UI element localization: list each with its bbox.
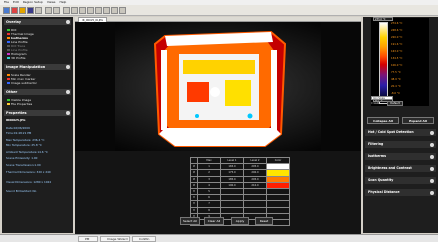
section-label: Brightness and Contrast <box>368 166 412 170</box>
toolbar <box>0 5 438 16</box>
props-time: Time:01:48:21 PM <box>6 131 32 135</box>
palette-label: 163.0 °C <box>391 50 403 53</box>
reset-button[interactable]: Reset <box>255 217 273 225</box>
palette-label: 48.9 °C <box>391 78 401 81</box>
right-panel: 233.0 °C 274.6 °C 248.6 °C 220.0 °C 191.… <box>363 17 438 233</box>
props-section-header[interactable]: Properties <box>4 110 71 116</box>
task-image-wizard[interactable]: Image Wizard <box>100 236 130 242</box>
thermal-image <box>75 22 361 151</box>
clear-all-button[interactable]: Clear All <box>204 217 224 225</box>
gear-icon[interactable] <box>430 154 434 159</box>
rotate-icon[interactable] <box>53 7 60 14</box>
gear-icon[interactable] <box>430 178 434 183</box>
camera-icon[interactable] <box>11 7 18 14</box>
palette-label: 248.6 °C <box>391 29 403 32</box>
section-hot-cold[interactable]: Hot / Cold Spot Detection <box>365 129 436 136</box>
section-isotherms[interactable]: Isotherms <box>365 153 436 160</box>
section-scan-quantity[interactable]: Scan Quantity <box>365 177 436 184</box>
gear-icon[interactable] <box>66 65 70 69</box>
palette-select[interactable]: Iron Scale <box>371 96 393 100</box>
status-bar: PM Image Wizard ColWin <box>0 234 438 242</box>
other-item-file-props[interactable]: File Properties <box>7 102 32 106</box>
select-icon[interactable] <box>63 7 70 14</box>
default-button[interactable]: Default <box>387 101 403 106</box>
palette-label: 220.0 °C <box>391 36 403 39</box>
polygon-icon[interactable] <box>103 7 110 14</box>
section-brightness[interactable]: Brightness and Contrast <box>365 165 436 172</box>
palette-label: 274.6 °C <box>391 22 403 25</box>
section-label: Physical Distance <box>368 190 400 194</box>
isotherm-panel: Max Level 1 Level 2 Color ☑ 1 165.0 205.0 ☑… <box>75 151 361 234</box>
props-emissivity: Scene Emissivity: 1.00 <box>6 156 38 160</box>
palette-box: 233.0 °C 274.6 °C 248.6 °C 220.0 °C 191.… <box>371 17 429 106</box>
overlay-item-3d[interactable]: 3D Profile <box>7 56 26 60</box>
apply-button[interactable]: Apply <box>231 217 249 225</box>
props-sound: Sound Embedded: No <box>6 189 37 193</box>
left-panel: Overlay ROI Thermal Image Isotherms Line… <box>2 17 73 233</box>
props-thermal-dim: Thermal Dimensions: 320 x 240 <box>6 170 51 174</box>
overlay-section-header[interactable]: Overlay <box>4 19 71 25</box>
props-date: Date:02/06/2009 <box>6 126 30 130</box>
palette-max-field[interactable]: 233.0 °C <box>373 17 393 21</box>
gear-icon[interactable] <box>66 90 70 94</box>
task-colwin[interactable]: ColWin <box>132 236 156 242</box>
overlay-title: Overlay <box>6 20 22 24</box>
grid-icon[interactable] <box>35 7 42 14</box>
thermal-image-viewer[interactable] <box>75 22 361 151</box>
section-label: Filtering <box>368 142 384 146</box>
palette-label: -8.0 °C <box>391 92 400 95</box>
other-title: Other <box>6 90 18 94</box>
rect-icon[interactable] <box>95 7 102 14</box>
section-label: Scan Quantity <box>368 178 394 182</box>
select-all-button[interactable]: Select All <box>180 217 200 225</box>
gear-icon[interactable] <box>430 142 434 147</box>
palette-label: 106.0 °C <box>391 64 403 67</box>
props-ambient: Ambient Temperature:14.6 °C <box>6 150 48 154</box>
palette-label: 134.5 °C <box>391 57 403 60</box>
cross-icon[interactable] <box>79 7 86 14</box>
props-max: Max Temperature: 236.4 °C <box>6 138 45 142</box>
manip-title: Image Manipulation <box>6 65 46 69</box>
gear-icon[interactable] <box>430 130 434 135</box>
gear-icon[interactable] <box>430 166 434 171</box>
section-filtering[interactable]: Filtering <box>365 141 436 148</box>
gear-icon[interactable] <box>66 20 70 24</box>
delete-icon[interactable] <box>119 7 126 14</box>
open-icon[interactable] <box>3 7 10 14</box>
gear-icon[interactable] <box>66 111 70 115</box>
line-icon[interactable] <box>87 7 94 14</box>
palette-label: 20.4 °C <box>391 85 401 88</box>
collapse-all-button[interactable]: Collapse All <box>367 117 399 124</box>
auto-checkbox[interactable]: ☐ Auto <box>371 102 380 105</box>
section-label: Hot / Cold Spot Detection <box>368 130 414 134</box>
color-palette-bar[interactable] <box>379 22 388 104</box>
palette-icon[interactable] <box>27 7 34 14</box>
section-label: Isotherms <box>368 154 387 158</box>
text-icon[interactable] <box>71 7 78 14</box>
props-transmission: Scene Transmission:1.00 <box>6 163 41 167</box>
manip-section-header[interactable]: Image Manipulation <box>4 64 71 70</box>
other-section-header[interactable]: Other <box>4 89 71 95</box>
expand-all-button[interactable]: Expand All <box>402 117 434 124</box>
task-pm[interactable]: PM <box>78 236 98 242</box>
zoom-icon[interactable] <box>45 7 52 14</box>
props-visual-dim: Visual Dimensions: 1280 x 1024 <box>6 180 52 184</box>
props-filename: IR00025.JPG <box>6 118 26 122</box>
freehand-icon[interactable] <box>111 7 118 14</box>
props-min: Min Temperature: 25.8 °C <box>6 143 42 147</box>
section-physical-distance[interactable]: Physical Distance <box>365 189 436 196</box>
gear-icon[interactable] <box>430 190 434 195</box>
palette-label: 191.6 °C <box>391 43 403 46</box>
auto-label: Auto <box>374 102 381 105</box>
props-title: Properties <box>6 111 27 115</box>
palette-label: 77.5 °C <box>391 71 401 74</box>
folder-icon[interactable] <box>19 7 26 14</box>
manip-item-subtract[interactable]: Image subtractor <box>7 81 37 85</box>
isotherm-table[interactable]: Max Level 1 Level 2 Color ☑ 1 165.0 205.0 ☑… <box>190 156 290 227</box>
